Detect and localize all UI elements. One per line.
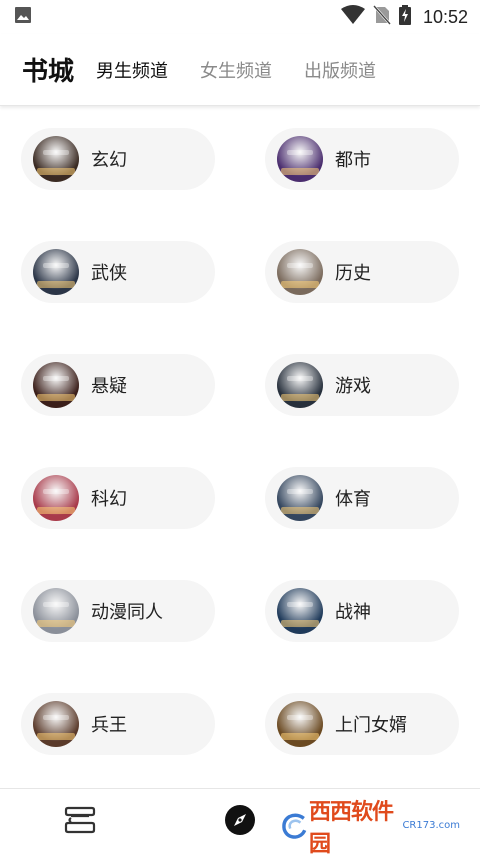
category-item[interactable]: 历史	[265, 241, 459, 303]
category-label: 都市	[335, 150, 371, 171]
category-item[interactable]: 悬疑	[21, 354, 215, 416]
category-grid: 玄幻 都市 武侠 历史 悬疑 游戏 科幻 体育 动漫同人 战神 兵王 上门女婿	[0, 106, 480, 788]
category-label: 历史	[335, 263, 371, 284]
category-label: 游戏	[335, 376, 371, 397]
bookshelf-icon	[63, 805, 97, 839]
category-cover	[277, 249, 323, 295]
category-cover	[277, 701, 323, 747]
category-cover	[277, 136, 323, 182]
category-item[interactable]: 上门女婿	[265, 693, 459, 755]
category-label: 体育	[335, 489, 371, 510]
header: 书城 男生频道 女生频道 出版频道	[0, 34, 480, 106]
nav-discover[interactable]	[200, 789, 280, 854]
category-item[interactable]: 体育	[265, 467, 459, 529]
category-label: 动漫同人	[91, 602, 163, 623]
compass-icon	[224, 804, 256, 840]
category-item[interactable]: 科幻	[21, 467, 215, 529]
wifi-icon	[340, 5, 365, 29]
category-label: 武侠	[91, 263, 127, 284]
category-label: 悬疑	[91, 376, 127, 397]
category-item[interactable]: 动漫同人	[21, 580, 215, 642]
category-label: 上门女婿	[335, 715, 407, 736]
watermark-logo: 西西软件园 CR173.com	[280, 799, 460, 854]
watermark-text: 西西软件园	[308, 799, 394, 854]
category-cover	[33, 249, 79, 295]
category-label: 科幻	[91, 489, 127, 510]
nav-bookshelf[interactable]	[40, 789, 120, 854]
watermark-domain: CR173.com	[402, 820, 460, 831]
category-item[interactable]: 战神	[265, 580, 459, 642]
image-notification-icon	[14, 6, 32, 28]
category-label: 兵王	[91, 715, 127, 736]
category-item[interactable]: 武侠	[21, 241, 215, 303]
tab-male-channel[interactable]: 男生频道	[96, 57, 168, 83]
status-bar: 10:52	[0, 0, 480, 34]
category-item[interactable]: 都市	[265, 128, 459, 190]
category-cover	[277, 362, 323, 408]
category-cover	[33, 362, 79, 408]
category-cover	[33, 701, 79, 747]
battery-charging-icon	[398, 5, 411, 29]
category-cover	[33, 475, 79, 521]
category-cover	[277, 588, 323, 634]
category-label: 战神	[335, 602, 371, 623]
tab-publishing-channel[interactable]: 出版频道	[304, 57, 376, 83]
category-cover	[33, 136, 79, 182]
no-sim-icon	[373, 5, 391, 29]
category-cover	[277, 475, 323, 521]
watermark-swirl-icon	[282, 813, 307, 839]
tab-female-channel[interactable]: 女生频道	[200, 57, 272, 83]
category-item[interactable]: 游戏	[265, 354, 459, 416]
category-label: 玄幻	[91, 150, 127, 171]
page-title: 书城	[22, 57, 75, 87]
category-item[interactable]: 兵王	[21, 693, 215, 755]
status-icons: 10:52	[340, 5, 468, 29]
category-cover	[33, 588, 79, 634]
status-time: 10:52	[422, 6, 468, 27]
category-item[interactable]: 玄幻	[21, 128, 215, 190]
